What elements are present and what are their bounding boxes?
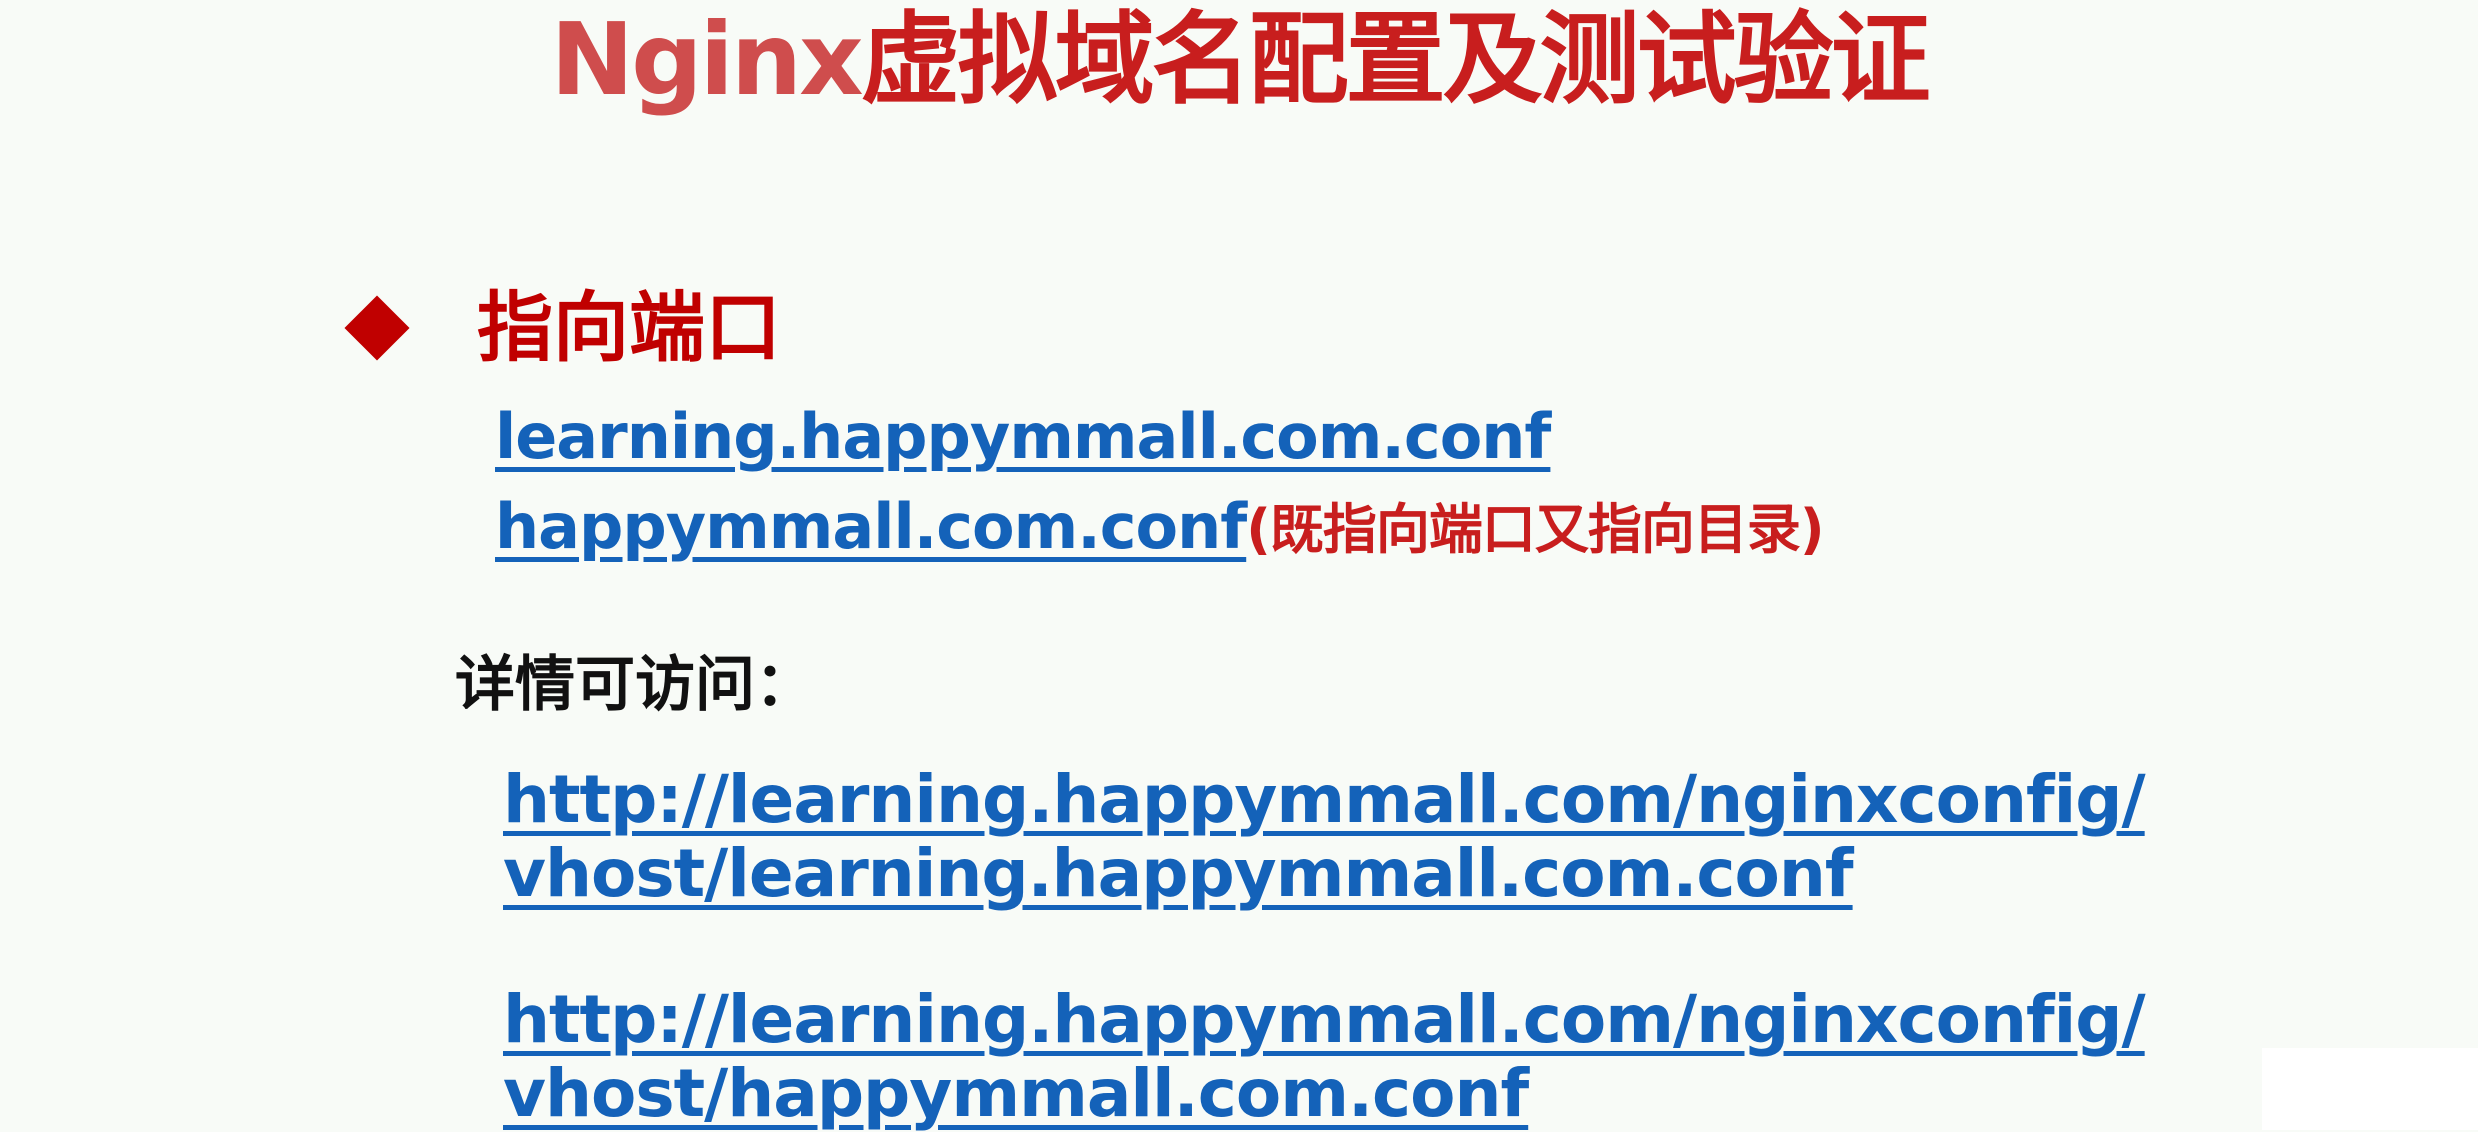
details-url-2[interactable]: http://learning.happymmall.com/nginxconf… (503, 983, 2203, 1131)
section-heading-row: 指向端口 (344, 278, 781, 378)
details-url-2-line-2[interactable]: vhost/happymmall.com.conf (503, 1057, 2203, 1131)
config-file-link-happymmall[interactable]: happymmall.com.conf (495, 490, 1247, 563)
config-file-item: learning.happymmall.com.conf (495, 392, 1824, 482)
config-file-note: (既指向端口又指向目录) (1246, 498, 1824, 561)
slide: Nginx虚拟域名配置及测试验证 指向端口 learning.happymmal… (0, 0, 2478, 1131)
details-url-2-line-1[interactable]: http://learning.happymmall.com/nginxconf… (503, 983, 2203, 1057)
details-label: 详情可访问： (455, 650, 815, 720)
section-heading: 指向端口 (477, 283, 781, 372)
details-url-1-line-2[interactable]: vhost/learning.happymmall.com.conf (503, 837, 2203, 911)
config-file-link-learning[interactable]: learning.happymmall.com.conf (495, 400, 1551, 473)
diamond-bullet-icon (344, 295, 410, 361)
config-file-item: happymmall.com.conf(既指向端口又指向目录) (495, 482, 1825, 572)
corner-overlay (2262, 1048, 2478, 1130)
config-file-list: learning.happymmall.com.conf happymmall.… (495, 392, 1825, 572)
details-url-1[interactable]: http://learning.happymmall.com/nginxconf… (503, 763, 2203, 911)
title-latin: Nginx (550, 1, 863, 118)
slide-title: Nginx虚拟域名配置及测试验证 (0, 0, 2478, 120)
details-url-1-line-1[interactable]: http://learning.happymmall.com/nginxconf… (503, 763, 2203, 837)
title-cjk: 虚拟域名配置及测试验证 (860, 1, 1931, 118)
